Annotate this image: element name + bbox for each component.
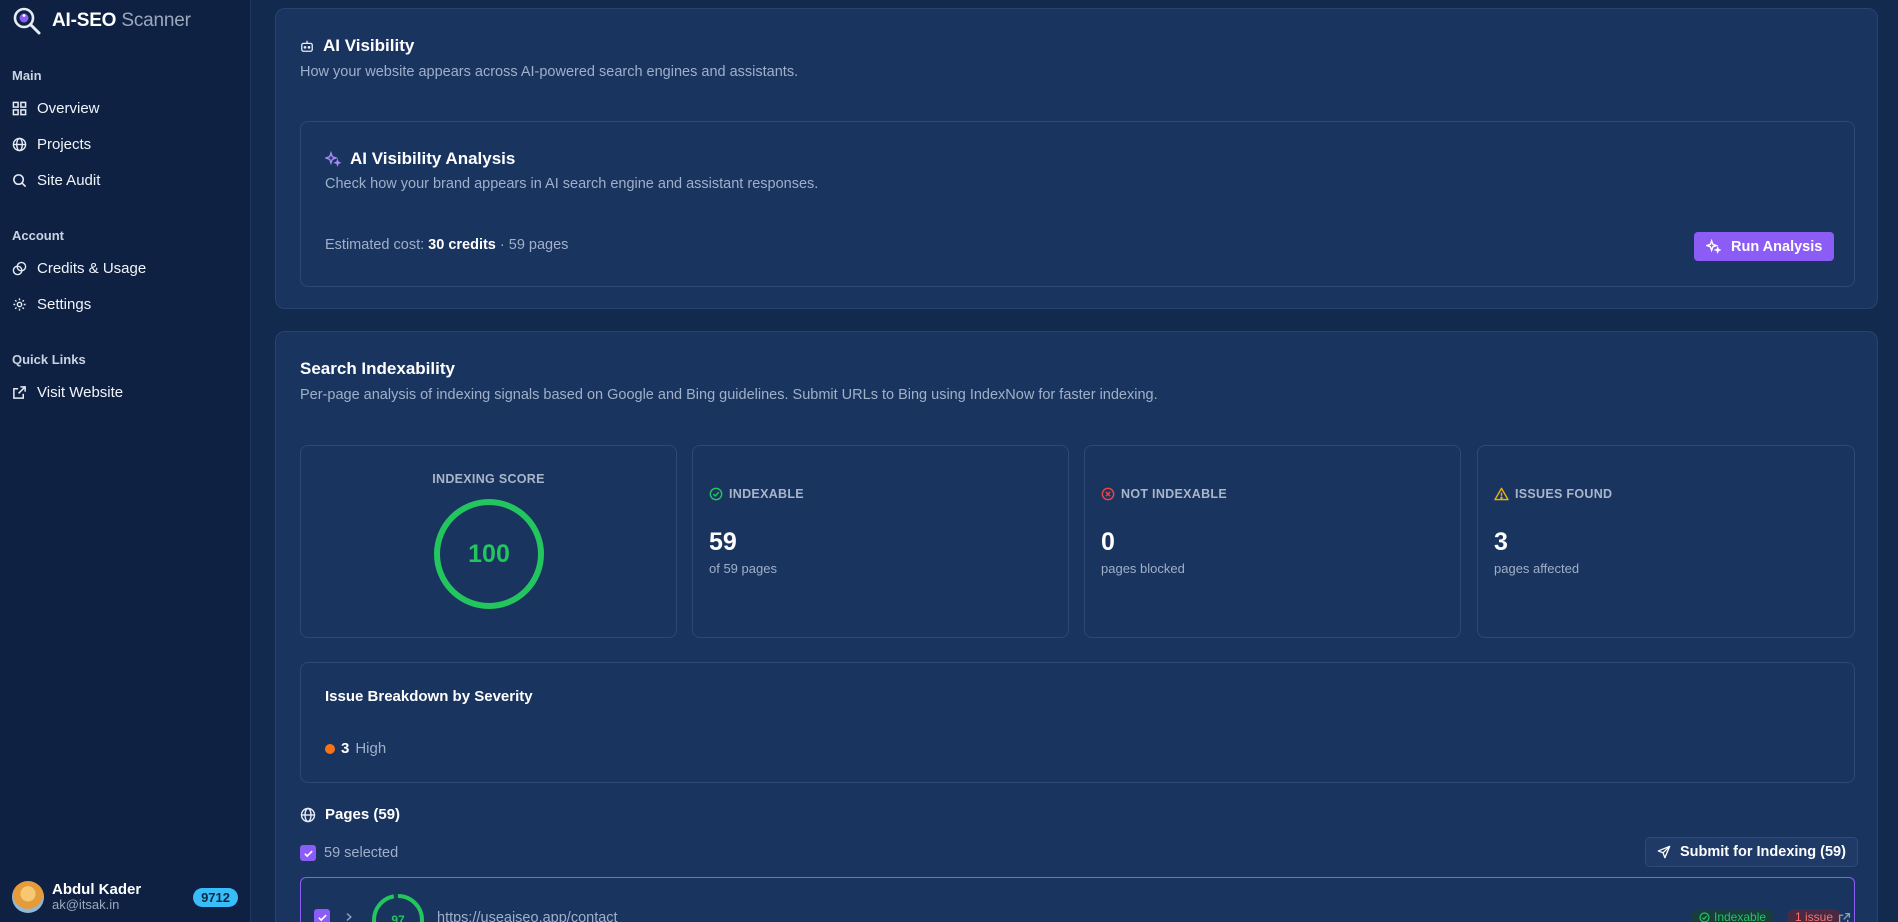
analysis-description: Check how your brand appears in AI searc… — [325, 176, 819, 192]
sidebar-item-label: Projects — [37, 135, 92, 153]
gear-icon — [13, 297, 26, 311]
search-indexability-card: Search Indexability Per-page analysis of… — [275, 331, 1878, 922]
grid-icon — [12, 101, 27, 115]
chevron-right-icon[interactable] — [344, 912, 354, 922]
brand[interactable]: AI-SEO Scanner — [12, 6, 191, 36]
severity-label: High — [355, 740, 387, 757]
check-icon — [303, 849, 313, 857]
indexing-score-card: INDEXING SCORE 100 — [300, 445, 677, 638]
indexing-score-value: 100 — [468, 539, 510, 568]
run-analysis-button[interactable]: Run Analysis — [1694, 232, 1835, 261]
ai-visibility-header: AI Visibility — [300, 36, 414, 56]
external-link-icon[interactable] — [1838, 912, 1851, 922]
stat-card-not-indexable: NOT INDEXABLE 0 pages blocked — [1084, 445, 1461, 638]
severity-count: 3 — [341, 740, 350, 757]
stat-card-issues-found: ISSUES FOUND 3 pages affected — [1477, 445, 1855, 638]
sparkles-icon — [1706, 239, 1721, 254]
send-icon — [1657, 845, 1671, 859]
nav-group-account: Account Credits & Usage Settings — [12, 228, 146, 322]
user-name: Abdul Kader — [52, 881, 142, 899]
credits-badge: 9712 — [193, 887, 238, 907]
ai-visibility-analysis-panel: AI Visibility Analysis Check how your br… — [300, 121, 1855, 287]
sidebar-item-overview[interactable]: Overview — [12, 90, 100, 126]
stat-sub: pages blocked — [1101, 561, 1185, 576]
stat-label: INDEXABLE — [709, 487, 804, 501]
x-circle-icon — [1101, 487, 1115, 501]
status-badge: Indexable — [1691, 909, 1775, 922]
stat-sub: of 59 pages — [709, 561, 777, 576]
stat-value: 59 — [709, 528, 737, 556]
globe-icon — [300, 807, 316, 822]
selected-count: 59 selected — [324, 845, 399, 861]
coins-icon — [12, 261, 27, 275]
sidebar-item-credits[interactable]: Credits & Usage — [12, 250, 146, 286]
bot-icon — [301, 40, 313, 52]
sidebar: AI-SEO Scanner Main Overview Projects Si… — [0, 0, 251, 922]
avatar — [12, 881, 44, 913]
check-circle-icon — [709, 487, 723, 501]
user-email: ak@itsak.in — [52, 897, 120, 913]
search-icon — [13, 173, 27, 187]
nav-heading-account: Account — [12, 228, 64, 243]
sidebar-item-visit-website[interactable]: Visit Website — [12, 374, 123, 410]
sidebar-item-label: Settings — [37, 295, 92, 313]
stat-sub: pages affected — [1494, 561, 1580, 576]
issue-breakdown-panel: Issue Breakdown by Severity 3 High — [300, 662, 1855, 783]
severity-high-item: 3 High — [325, 740, 386, 757]
stat-label: ISSUES FOUND — [1494, 487, 1612, 501]
cost-value: 30 credits — [428, 237, 496, 253]
submit-for-indexing-button[interactable]: Submit for Indexing (59) — [1645, 837, 1858, 867]
sidebar-item-label: Overview — [37, 99, 100, 117]
sidebar-item-settings[interactable]: Settings — [12, 286, 146, 322]
ai-visibility-description: How your website appears across AI-power… — [300, 64, 799, 80]
stat-card-indexable: INDEXABLE 59 of 59 pages — [692, 445, 1069, 638]
analysis-header: AI Visibility Analysis — [325, 149, 515, 169]
nav-heading-main: Main — [12, 68, 42, 83]
nav-group-quick-links: Quick Links Visit Website — [12, 352, 123, 410]
issue-breakdown-title: Issue Breakdown by Severity — [325, 688, 533, 705]
page-score-value: 97 — [391, 913, 405, 922]
stat-label: NOT INDEXABLE — [1101, 487, 1227, 501]
check-icon — [317, 913, 327, 921]
table-row[interactable]: 97 https://useaiseo.app/contact Indexabl… — [300, 877, 1855, 922]
sidebar-item-site-audit[interactable]: Site Audit — [12, 162, 100, 198]
user-profile[interactable]: Abdul Kader ak@itsak.in 9712 — [12, 880, 238, 914]
issues-badge: 1 issue — [1787, 909, 1842, 922]
analysis-title: AI Visibility Analysis — [350, 149, 516, 168]
sidebar-item-label: Site Audit — [37, 171, 101, 189]
pages-title: Pages (59) — [325, 806, 401, 823]
nav-heading-quick-links: Quick Links — [12, 352, 86, 367]
sidebar-item-projects[interactable]: Projects — [12, 126, 100, 162]
warning-icon — [1494, 487, 1509, 501]
ai-visibility-card: AI Visibility How your website appears a… — [275, 8, 1878, 309]
check-circle-icon — [1699, 911, 1710, 922]
external-link-icon — [13, 385, 26, 399]
stat-value: 0 — [1101, 528, 1115, 556]
row-checkbox[interactable] — [314, 909, 330, 922]
nav-group-main: Main Overview Projects Site Audit — [12, 68, 100, 198]
indexability-description: Per-page analysis of indexing signals ba… — [300, 387, 1158, 403]
sidebar-item-label: Visit Website — [37, 383, 124, 401]
pages-header: Pages (59) — [300, 806, 400, 823]
page-url[interactable]: https://useaiseo.app/contact — [437, 910, 618, 922]
ai-visibility-title: AI Visibility — [323, 36, 415, 55]
sidebar-item-label: Credits & Usage — [37, 259, 147, 277]
severity-dot — [325, 743, 335, 754]
stat-value: 3 — [1494, 528, 1508, 556]
globe-icon — [12, 137, 27, 151]
indexing-score-label: INDEXING SCORE — [432, 472, 545, 486]
sparkles-icon — [325, 151, 341, 167]
indexability-title: Search Indexability — [300, 359, 455, 378]
brand-name: AI-SEO Scanner — [52, 10, 191, 31]
estimated-cost: Estimated cost: 30 credits · 59 pages — [325, 237, 569, 253]
search-logo-icon — [13, 7, 41, 35]
select-all-checkbox[interactable] — [300, 845, 316, 861]
select-all-row: 59 selected — [300, 845, 398, 861]
